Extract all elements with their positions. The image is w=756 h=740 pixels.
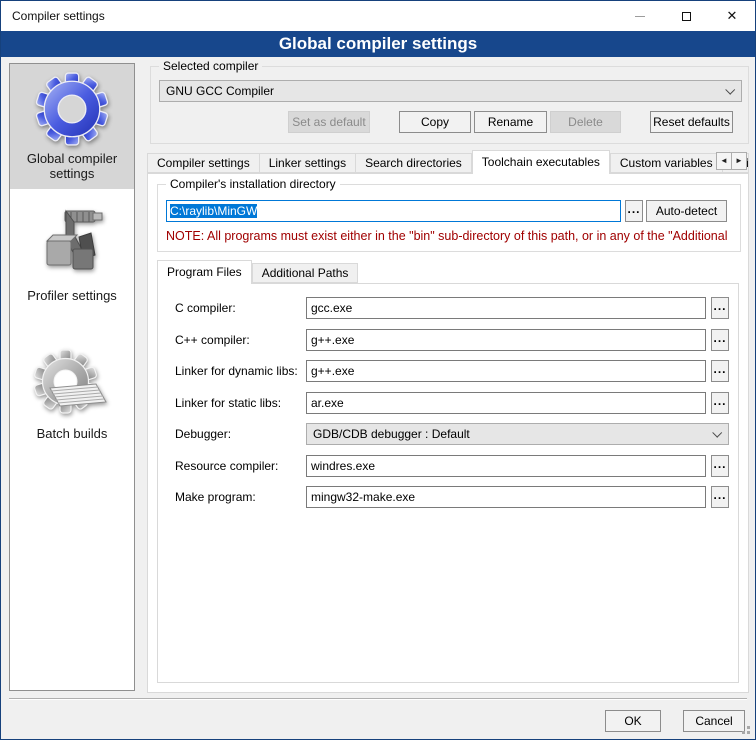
chevron-down-icon [712,428,722,438]
linker-static-label: Linker for static libs: [175,392,281,414]
settings-category-list: Global compiler settings Profiler settin… [9,63,135,691]
auto-detect-button[interactable]: Auto-detect [646,200,727,222]
cpp-compiler-label: C++ compiler: [175,329,250,351]
blue-gear-icon [35,72,109,146]
tab-program-files[interactable]: Program Files [157,260,252,284]
compiler-select-value: GNU GCC Compiler [166,84,274,98]
linker-dynamic-input[interactable] [306,360,706,382]
maximize-icon [682,12,691,21]
delete-button[interactable]: Delete [550,111,621,133]
sidebar-item-batch-builds[interactable]: Batch builds [10,339,134,449]
linker-static-browse-button[interactable]: ... [711,392,729,414]
toolchain-executables-panel: Compiler's installation directory C:\ray… [147,173,749,693]
compiler-select[interactable]: GNU GCC Compiler [159,80,742,102]
reset-defaults-button[interactable]: Reset defaults [650,111,733,133]
resource-compiler-browse-button[interactable]: ... [711,455,729,477]
linker-dynamic-browse-button[interactable]: ... [711,360,729,382]
bin-directory-note: NOTE: All programs must exist either in … [166,229,740,243]
maximize-button[interactable] [663,1,709,31]
cpp-compiler-browse-button[interactable]: ... [711,329,729,351]
program-files-tabs: Program Files Additional Paths [157,259,557,283]
compiler-settings-window: Compiler settings ✕ Global compiler sett… [0,0,756,740]
tab-linker-settings[interactable]: Linker settings [260,153,356,173]
close-icon: ✕ [727,8,738,24]
c-compiler-input[interactable] [306,297,706,319]
selected-text: C:\raylib\MinGW [170,204,257,218]
chevron-down-icon [725,85,735,95]
cpp-compiler-input[interactable] [306,329,706,351]
debugger-select[interactable]: GDB/CDB debugger : Default [306,423,729,445]
footer-divider [9,698,747,700]
gray-gear-stack-icon [34,347,110,421]
selected-compiler-group: Selected compiler GNU GCC Compiler Set a… [150,66,749,144]
installation-directory-input[interactable]: C:\raylib\MinGW [166,200,621,222]
make-program-browse-button[interactable]: ... [711,486,729,508]
minimize-button[interactable] [617,1,663,31]
tab-toolchain-executables[interactable]: Toolchain executables [472,150,610,174]
linker-static-input[interactable] [306,392,706,414]
cancel-button[interactable]: Cancel [683,710,745,732]
debugger-label: Debugger: [175,423,231,445]
dialog-header: Global compiler settings [1,31,755,57]
titlebar: Compiler settings ✕ [1,1,755,31]
ok-button[interactable]: OK [605,710,661,732]
caliper-icon [35,203,109,283]
resize-grip[interactable] [747,731,750,734]
sidebar-item-label: Global compiler settings [14,151,130,181]
installation-directory-group: Compiler's installation directory C:\ray… [157,184,741,252]
make-program-label: Make program: [175,486,256,508]
group-label: Compiler's installation directory [166,177,340,191]
window-title: Compiler settings [12,9,105,23]
set-as-default-button[interactable]: Set as default [288,111,370,133]
sidebar-item-label: Profiler settings [14,288,130,303]
make-program-input[interactable] [306,486,706,508]
tab-search-directories[interactable]: Search directories [356,153,472,173]
linker-dynamic-label: Linker for dynamic libs: [175,360,298,382]
tab-compiler-settings[interactable]: Compiler settings [147,153,260,173]
resource-compiler-label: Resource compiler: [175,455,278,477]
resource-compiler-input[interactable] [306,455,706,477]
copy-button[interactable]: Copy [399,111,471,133]
sidebar-item-global-compiler-settings[interactable]: Global compiler settings [10,64,134,189]
c-compiler-browse-button[interactable]: ... [711,297,729,319]
group-label: Selected compiler [159,59,262,73]
program-files-panel: C compiler: ... C++ compiler: ... Linker… [157,283,739,683]
tab-additional-paths[interactable]: Additional Paths [252,263,359,283]
minimize-icon [635,16,645,17]
close-button[interactable]: ✕ [709,1,755,31]
browse-directory-button[interactable]: ... [625,200,643,222]
tab-scroll-right-button[interactable]: ► [731,152,747,170]
tab-scroll-left-button[interactable]: ◄ [716,152,732,170]
tab-custom-variables[interactable]: Custom variables [610,153,723,173]
sidebar-item-profiler-settings[interactable]: Profiler settings [10,195,134,311]
sidebar-item-label: Batch builds [14,426,130,441]
compiler-tabs: Compiler settings Linker settings Search… [147,149,749,173]
debugger-select-value: GDB/CDB debugger : Default [313,427,470,441]
rename-button[interactable]: Rename [474,111,547,133]
dialog-body: Global compiler settings Profiler settin… [1,57,755,739]
c-compiler-label: C compiler: [175,297,236,319]
